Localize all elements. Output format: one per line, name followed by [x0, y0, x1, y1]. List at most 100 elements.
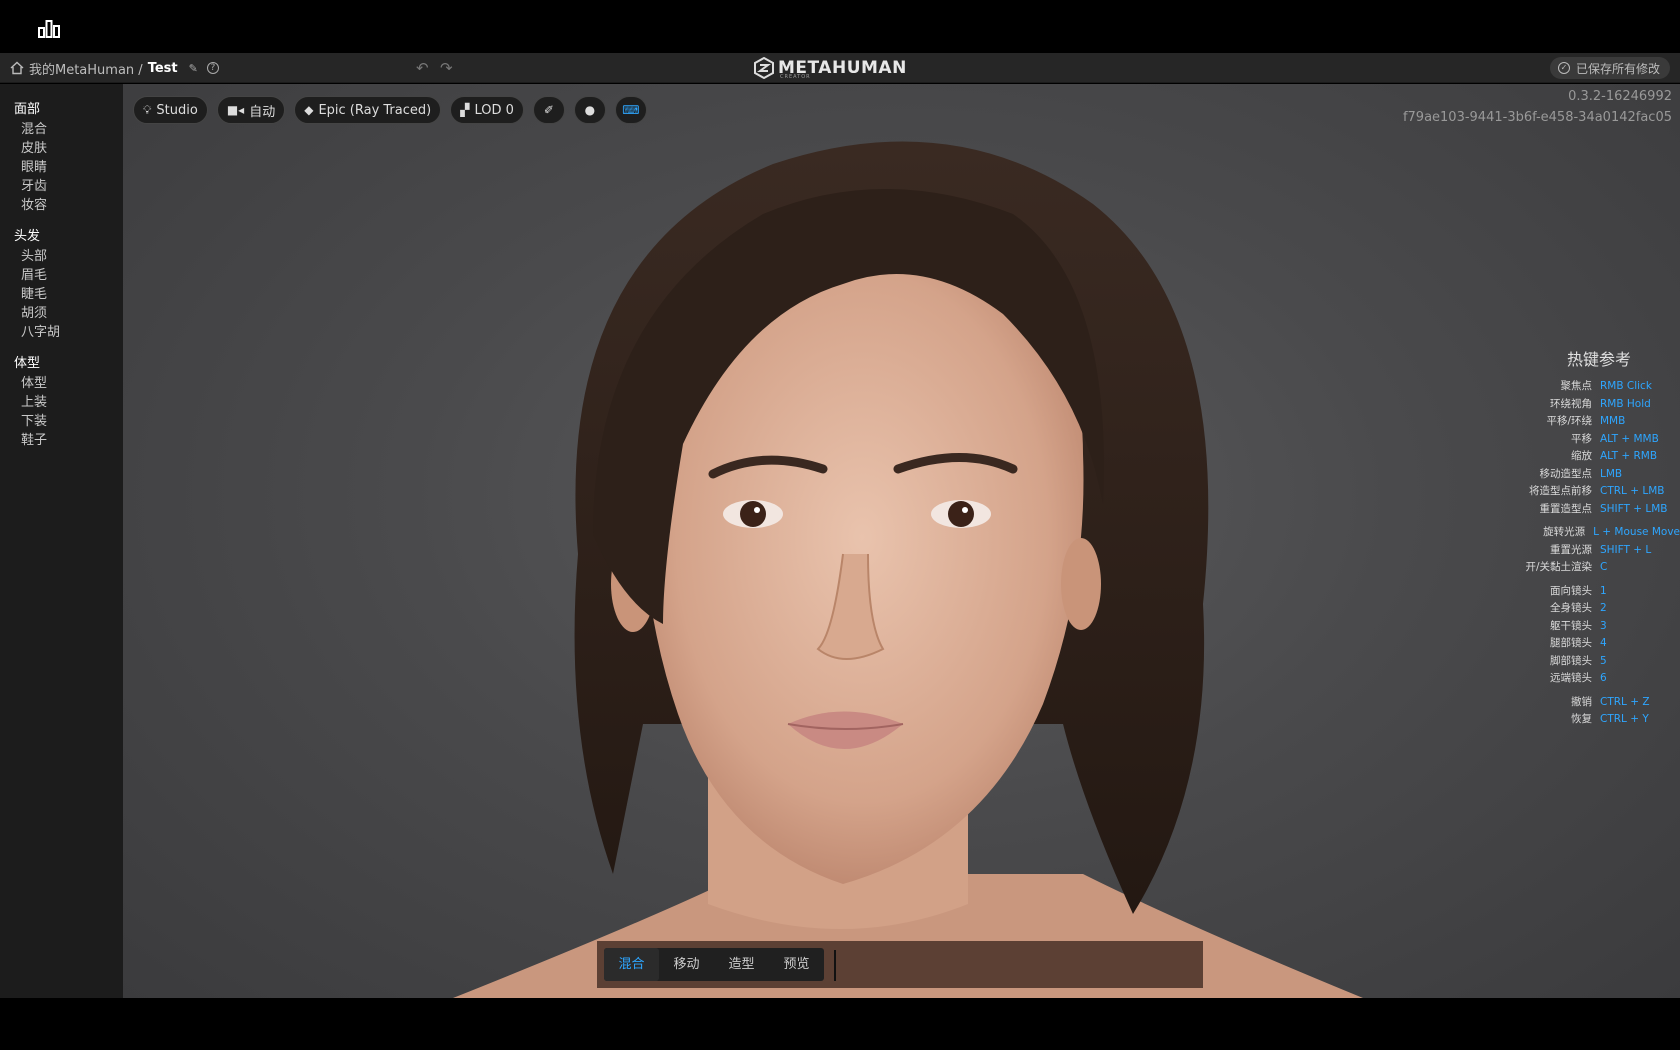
hotkey-row: 远端镜头 6 [1503, 670, 1680, 688]
hotkey-key: 1 [1600, 584, 1607, 597]
sidebar-item-eyebrows[interactable]: 眉毛 [0, 266, 123, 285]
character-render [453, 141, 1363, 998]
tab-preview[interactable]: 预览 [769, 948, 824, 981]
hotkey-label: 躯干镜头 [1550, 619, 1592, 632]
camera-button[interactable]: ■◂ 自动 [216, 96, 286, 124]
render-quality-button[interactable]: ◆ Epic (Ray Traced) [294, 96, 442, 124]
viewport-toolbar: 💡︎ Studio ■◂ 自动 ◆ Epic (Ray Traced) ▞ LO… [133, 96, 647, 124]
mode-bar: 混合 移动 造型 预览 [597, 941, 1203, 988]
redo-icon[interactable]: ↷ [440, 59, 453, 77]
sidebar-item-skin[interactable]: 皮肤 [0, 139, 123, 158]
sidebar-item-mustache[interactable]: 八字胡 [0, 323, 123, 342]
sidebar-item-head-hair[interactable]: 头部 [0, 247, 123, 266]
hotkey-row: 重置造型点 SHIFT + LMB [1503, 501, 1680, 519]
hotkey-label: 平移/环绕 [1546, 415, 1592, 427]
hotkey-row: 面向镜头 1 [1503, 583, 1680, 601]
hotkey-key: C [1600, 561, 1608, 573]
hotkey-row: 聚焦点 RMB Click [1503, 378, 1680, 396]
logo-subtext: CREATOR [780, 74, 811, 80]
tab-move[interactable]: 移动 [659, 948, 714, 981]
hotkey-key: 4 [1600, 637, 1607, 649]
hotkey-key: 5 [1600, 654, 1607, 667]
head-button[interactable]: ● [573, 96, 606, 124]
hotkey-key: SHIFT + L [1600, 543, 1652, 556]
header-bar: 我的MetaHuman / Test ✎ ? ↶ ↷ METAHUMAN CRE… [0, 53, 1680, 83]
sidebar-group-title: 面部 [14, 102, 41, 117]
brush-button[interactable]: ✐ [532, 96, 565, 124]
save-status-text: 已保存所有修改 [1575, 61, 1660, 76]
tab-blend[interactable]: 混合 [604, 948, 659, 981]
hotkey-label: 环绕视角 [1550, 397, 1592, 410]
hotkey-label: 恢复 [1571, 713, 1592, 725]
version-number: 0.3.2-16246992 [1568, 89, 1672, 104]
render-quality-label: Epic (Ray Traced) [318, 102, 432, 118]
lod-button[interactable]: ▞ LOD 0 [450, 96, 524, 124]
undo-icon[interactable]: ↶ [416, 59, 429, 77]
mode-tabs: 混合 移动 造型 预览 [604, 948, 824, 981]
hotkey-row: 腿部镜头 4 [1503, 635, 1680, 653]
sidebar-item-eyelashes[interactable]: 睫毛 [0, 285, 123, 304]
head-icon: ● [584, 103, 596, 117]
hotkey-label: 面向镜头 [1550, 584, 1592, 597]
edit-icon[interactable]: ✎ [189, 62, 198, 75]
hotkey-key: CTRL + LMB [1600, 485, 1665, 497]
sidebar-item-beard[interactable]: 胡须 [0, 304, 123, 323]
sidebar-item-top[interactable]: 上装 [0, 393, 123, 412]
help-icon[interactable]: ? [206, 62, 219, 74]
hotkey-key: 3 [1600, 619, 1607, 632]
lod-label: LOD 0 [474, 102, 514, 118]
hotkey-key: 2 [1600, 602, 1607, 614]
lighting-button[interactable]: 💡︎ Studio [133, 96, 208, 124]
sidebar-item-bottom[interactable]: 下装 [0, 412, 123, 431]
lod-icon: ▞ [460, 103, 470, 117]
top-strip [0, 0, 1680, 53]
sidebar-group-hair: 头发 头部 眉毛 睫毛 胡须 八字胡 [0, 227, 123, 342]
metahuman-logo: METAHUMAN CREATOR [754, 56, 907, 80]
hotkey-label: 重置光源 [1550, 543, 1592, 556]
hotkey-row: 缩放 ALT + RMB [1503, 448, 1680, 466]
hotkey-row: 开/关黏土渲染 C [1503, 559, 1680, 577]
hotkey-row: 躯干镜头 3 [1503, 618, 1680, 636]
sidebar-group-face: 面部 混合 皮肤 眼睛 牙齿 妆容 [0, 100, 123, 215]
sidebar-item-teeth[interactable]: 牙齿 [0, 177, 123, 196]
mode-bar-divider [834, 950, 836, 981]
lighting-label: Studio [156, 102, 198, 118]
save-status-badge: ✓ 已保存所有修改 [1549, 57, 1670, 79]
sidebar-item-shoes[interactable]: 鞋子 [0, 431, 123, 450]
sidebar-group-title: 体型 [14, 356, 41, 371]
sidebar-item-eyes[interactable]: 眼睛 [0, 158, 123, 177]
hotkey-key: CTRL + Z [1600, 695, 1650, 708]
hotkey-label: 移动造型点 [1539, 467, 1593, 480]
hotkey-row: 移动造型点 LMB [1503, 466, 1680, 484]
hotkey-row: 旋转光源 L + Mouse Move [1503, 524, 1680, 542]
tab-sculpt[interactable]: 造型 [714, 948, 769, 981]
hotkey-row: 重置光源 SHIFT + L [1503, 542, 1680, 560]
hotkey-row: 平移 ALT + MMB [1503, 431, 1680, 449]
hotkey-row: 全身镜头 2 [1503, 600, 1680, 618]
sidebar-item-makeup[interactable]: 妆容 [0, 196, 123, 215]
sidebar-item-body-type[interactable]: 体型 [0, 374, 123, 393]
hotkey-key: ALT + RMB [1600, 450, 1658, 462]
3d-viewport[interactable]: 💡︎ Studio ■◂ 自动 ◆ Epic (Ray Traced) ▞ LO… [123, 84, 1680, 998]
keyboard-icon: ⌨ [622, 103, 640, 117]
keyboard-button[interactable]: ⌨ [614, 96, 647, 124]
bottom-strip [0, 998, 1680, 1050]
sidebar-item-blend[interactable]: 混合 [0, 120, 123, 139]
hotkey-row: 将造型点前移 CTRL + LMB [1503, 483, 1680, 501]
hotkey-label: 腿部镜头 [1550, 637, 1592, 649]
hotkey-label: 全身镜头 [1550, 602, 1592, 614]
hotkey-label: 聚焦点 [1560, 380, 1593, 392]
version-id: f79ae103-9441-3b6f-e458-34a0142fac05 [1402, 110, 1672, 125]
breadcrumb-current: Test [147, 60, 178, 76]
hotkey-label: 缩放 [1571, 450, 1592, 462]
hotkey-key: RMB Click [1600, 380, 1652, 392]
hotkey-key: LMB [1600, 467, 1623, 480]
home-icon[interactable] [10, 61, 24, 75]
hotkey-key: CTRL + Y [1600, 713, 1649, 725]
stats-icon[interactable] [38, 18, 60, 38]
sidebar-group-body: 体型 体型 上装 下装 鞋子 [0, 354, 123, 450]
hotkey-key: RMB Hold [1600, 397, 1651, 410]
hotkey-label: 脚部镜头 [1550, 654, 1592, 667]
breadcrumb: 我的MetaHuman / Test ✎ ? [10, 53, 219, 83]
breadcrumb-root[interactable]: 我的MetaHuman / [29, 59, 143, 78]
